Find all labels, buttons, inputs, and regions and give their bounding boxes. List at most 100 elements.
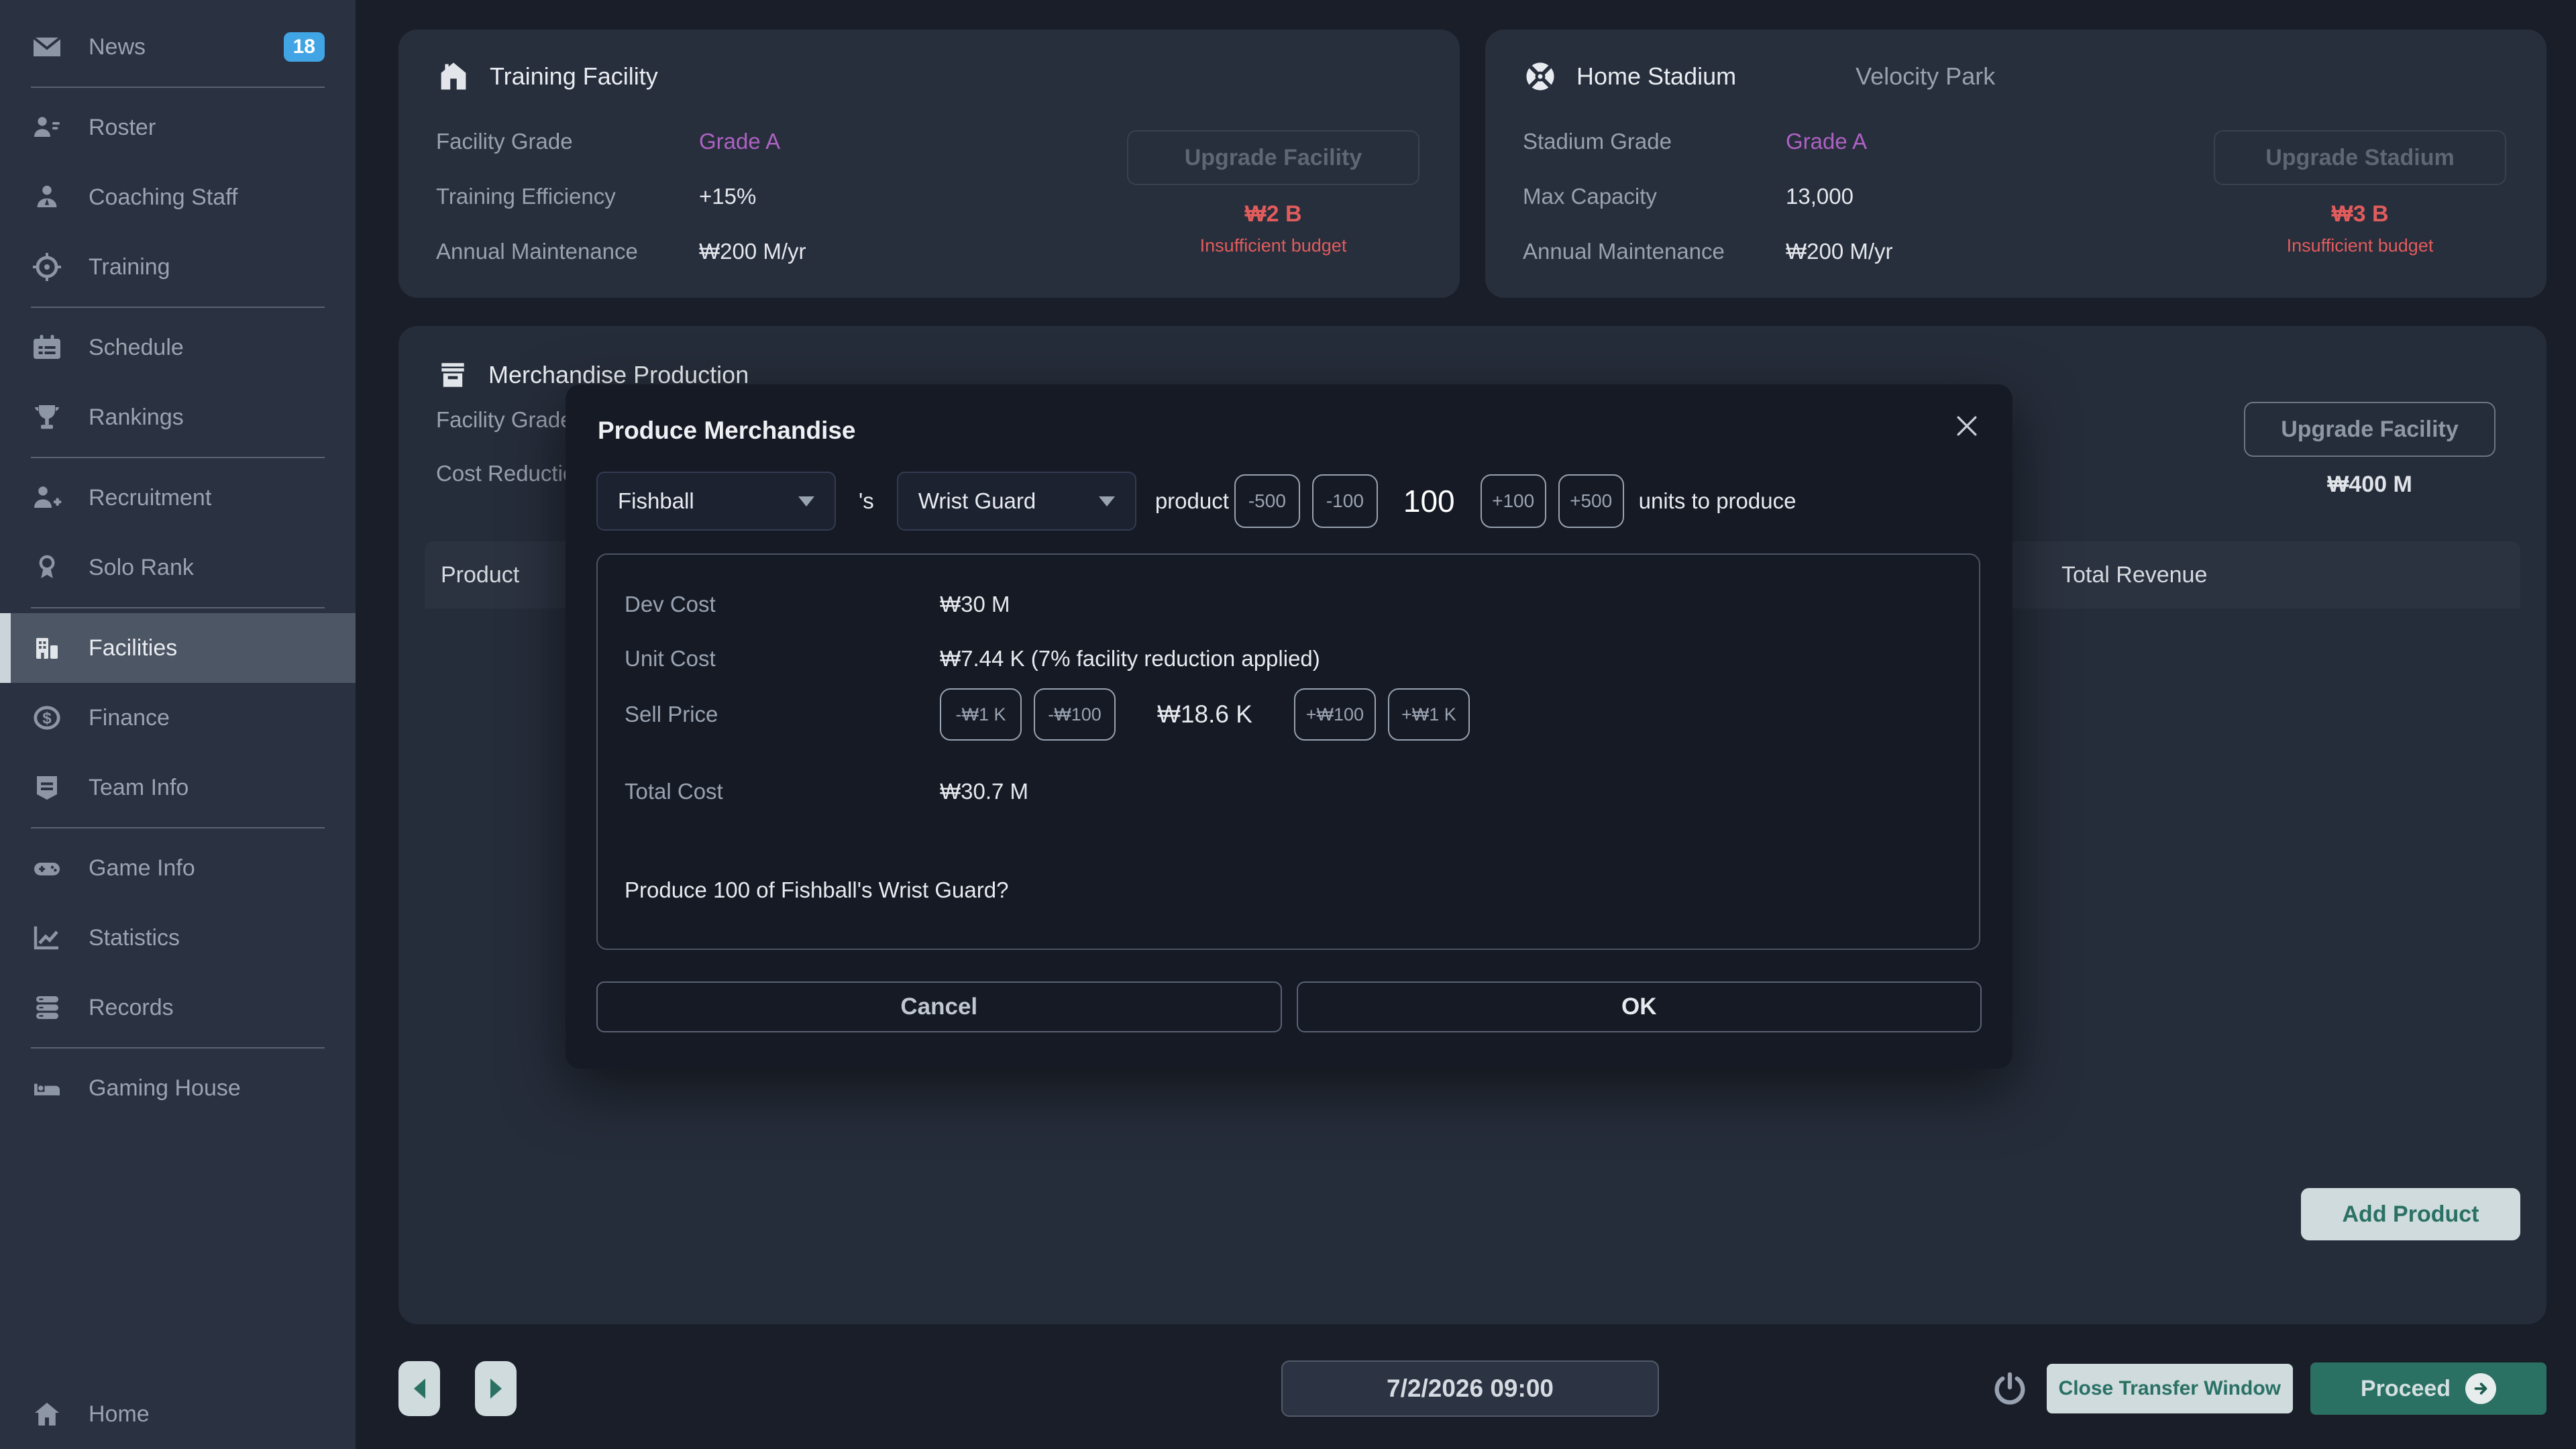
units-to-produce-text: units to produce	[1639, 488, 1796, 514]
item-select-value: Wrist Guard	[918, 488, 1036, 514]
sidebar-item-label: Recruitment	[89, 485, 211, 511]
sidebar-item-facilities[interactable]: Facilities	[0, 613, 356, 683]
team-select-value: Fishball	[618, 488, 694, 514]
training-efficiency-label: Training Efficiency	[436, 184, 699, 209]
upgrade-stadium-button[interactable]: Upgrade Stadium	[2214, 130, 2506, 185]
proceed-label: Proceed	[2361, 1376, 2451, 1402]
sidebar-item-gaming-house[interactable]: Gaming House	[0, 1053, 356, 1123]
sidebar-divider	[31, 307, 325, 308]
dev-cost-value: ₩30 M	[940, 592, 1010, 617]
sidebar-divider	[31, 87, 325, 88]
possessive-text: 's	[859, 488, 874, 514]
cancel-button[interactable]: Cancel	[596, 981, 1282, 1032]
annual-maintenance-label: Annual Maintenance	[1523, 239, 1786, 264]
sidebar-item-recruitment[interactable]: Recruitment	[0, 463, 356, 533]
unit-cost-label: Unit Cost	[625, 646, 940, 672]
sidebar-item-training[interactable]: Training	[0, 232, 356, 302]
merch-cost-reduction-label: Cost Reduction	[436, 461, 588, 486]
upgrade-cost: ₩3 B	[2214, 201, 2506, 227]
confirm-question: Produce 100 of Fishball's Wrist Guard?	[625, 877, 1008, 903]
next-arrow-button[interactable]	[475, 1361, 517, 1416]
insufficient-budget-note: Insufficient budget	[1127, 235, 1419, 256]
sidebar-item-label: Schedule	[89, 335, 184, 361]
sidebar-item-roster[interactable]: Roster	[0, 93, 356, 162]
annual-maintenance-label: Annual Maintenance	[436, 239, 699, 264]
qty-minus-100-button[interactable]: -100	[1312, 474, 1378, 528]
max-capacity-label: Max Capacity	[1523, 184, 1786, 209]
sidebar-divider	[31, 607, 325, 608]
sell-minus-1k-button[interactable]: -₩1 K	[940, 688, 1022, 741]
add-product-button[interactable]: Add Product	[2301, 1188, 2520, 1240]
sidebar-item-finance[interactable]: $ Finance	[0, 683, 356, 753]
facility-grade-label: Facility Grade	[436, 129, 699, 154]
sidebar-item-solo-rank[interactable]: Solo Rank	[0, 533, 356, 602]
qty-plus-500-button[interactable]: +500	[1558, 474, 1624, 528]
merchandise-box-icon	[436, 358, 470, 392]
merch-upgrade-cost: ₩400 M	[2244, 472, 2496, 498]
proceed-arrow-icon	[2465, 1373, 2496, 1404]
sidebar-item-statistics[interactable]: Statistics	[0, 903, 356, 973]
sidebar-item-label: Coaching Staff	[89, 184, 237, 211]
upgrade-cost: ₩2 B	[1127, 201, 1419, 227]
sidebar-item-label: Game Info	[89, 855, 195, 881]
sidebar-item-schedule[interactable]: Schedule	[0, 313, 356, 382]
sidebar-item-coaching-staff[interactable]: Coaching Staff	[0, 162, 356, 232]
home-stadium-card: Home Stadium Velocity Park Stadium Grade…	[1485, 30, 2546, 298]
card-title: Training Facility	[490, 62, 658, 91]
sidebar-item-label: News	[89, 34, 146, 60]
person-plus-icon	[31, 482, 63, 514]
produce-merchandise-modal: Produce Merchandise Fishball 's Wrist Gu…	[566, 384, 2012, 1069]
proceed-button[interactable]: Proceed	[2310, 1362, 2546, 1415]
item-select[interactable]: Wrist Guard	[897, 472, 1136, 531]
close-icon[interactable]	[1952, 411, 1982, 441]
stadium-grade-label: Stadium Grade	[1523, 129, 1786, 154]
merch-upgrade-facility-button[interactable]: Upgrade Facility	[2244, 402, 2496, 457]
svg-text:$: $	[42, 709, 52, 727]
sell-plus-1k-button[interactable]: +₩1 K	[1388, 688, 1470, 741]
sidebar-item-label: Finance	[89, 705, 170, 731]
merch-facility-grade-label: Facility Grade	[436, 407, 573, 433]
insufficient-budget-note: Insufficient budget	[2214, 235, 2506, 256]
left-arrow-icon	[414, 1379, 425, 1399]
close-transfer-window-button[interactable]: Close Transfer Window	[2047, 1364, 2293, 1413]
calendar-icon	[31, 331, 63, 364]
team-select[interactable]: Fishball	[596, 472, 836, 531]
cost-summary-panel: Dev Cost ₩30 M Unit Cost ₩7.44 K (7% fac…	[596, 553, 1980, 950]
card-title: Home Stadium	[1576, 62, 1736, 91]
sell-price-value: ₩18.6 K	[1157, 700, 1252, 729]
coin-icon: $	[31, 702, 63, 734]
sidebar-item-game-info[interactable]: Game Info	[0, 833, 356, 903]
bed-icon	[31, 1072, 63, 1104]
medal-icon	[31, 551, 63, 584]
sell-price-label: Sell Price	[625, 702, 940, 727]
ok-button[interactable]: OK	[1297, 981, 1982, 1032]
stadium-name: Velocity Park	[1856, 62, 1995, 91]
quantity-value: 100	[1403, 483, 1455, 519]
sidebar-item-home[interactable]: Home	[0, 1379, 356, 1449]
training-facility-card: Training Facility Facility Grade Grade A…	[398, 30, 1460, 298]
dev-cost-label: Dev Cost	[625, 592, 940, 617]
mail-icon	[31, 31, 63, 63]
sidebar-item-news[interactable]: News 18	[0, 12, 356, 82]
footer-bar: 7/2/2026 09:00 Close Transfer Window Pro…	[398, 1352, 2546, 1426]
sell-plus-100-button[interactable]: +₩100	[1294, 688, 1376, 741]
power-icon[interactable]	[1990, 1369, 2029, 1408]
sidebar-item-rankings[interactable]: Rankings	[0, 382, 356, 452]
sell-minus-100-button[interactable]: -₩100	[1034, 688, 1116, 741]
total-cost-label: Total Cost	[625, 779, 940, 804]
sidebar-item-records[interactable]: Records	[0, 973, 356, 1042]
chevron-down-icon	[1099, 496, 1115, 506]
sidebar-divider	[31, 827, 325, 828]
sidebar-item-team-info[interactable]: Team Info	[0, 753, 356, 822]
sidebar-divider	[31, 457, 325, 458]
sidebar-item-label: Solo Rank	[89, 555, 194, 581]
product-word: product	[1155, 488, 1229, 514]
upgrade-facility-button[interactable]: Upgrade Facility	[1127, 130, 1419, 185]
prev-arrow-button[interactable]	[398, 1361, 440, 1416]
qty-minus-500-button[interactable]: -500	[1234, 474, 1300, 528]
sidebar-item-label: Roster	[89, 115, 156, 141]
sidebar-divider	[31, 1047, 325, 1049]
modal-title: Produce Merchandise	[598, 417, 856, 445]
qty-plus-100-button[interactable]: +100	[1481, 474, 1546, 528]
unit-cost-value: ₩7.44 K (7% facility reduction applied)	[940, 646, 1320, 672]
